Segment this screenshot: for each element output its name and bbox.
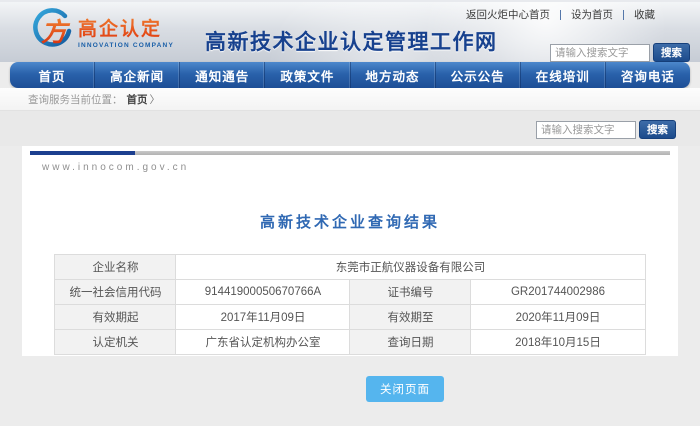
nav-item-home[interactable]: 首页 [10,62,95,88]
content-card: www.innocom.gov.cn 高新技术企业查询结果 企业名称 东莞市正航… [22,146,678,356]
header-search-button[interactable]: 搜索 [653,43,690,62]
table-row: 统一社会信用代码 91441900050670766A 证书编号 GR20174… [55,280,645,305]
link-separator [560,10,561,20]
nav-item-phone[interactable]: 咨询电话 [606,62,690,88]
link-set-home[interactable]: 设为首页 [571,7,613,22]
nav-item-news[interactable]: 高企新闻 [95,62,180,88]
secondary-search: 搜索 [536,120,676,139]
close-page-button[interactable]: 关闭页面 [366,376,444,402]
secondary-search-button[interactable]: 搜索 [639,120,676,139]
link-separator [623,10,624,20]
cell-valid-to-value: 2020年11月09日 [471,305,645,330]
cell-company-value: 东莞市正航仪器设备有限公司 [176,255,645,280]
breadcrumb-home-link[interactable]: 首页 [127,92,148,107]
query-result-title: 高新技术企业查询结果 [22,211,678,232]
cell-valid-from-label: 有效期起 [55,305,176,330]
header-search: 搜索 [550,43,690,62]
cell-valid-from-value: 2017年11月09日 [176,305,350,330]
link-favorite[interactable]: 收藏 [634,7,655,22]
breadcrumb-prefix: 查询服务当前位置： [28,92,123,107]
header-search-input[interactable] [550,44,650,62]
top-utility-links: 返回火炬中心首页 设为首页 收藏 [466,7,655,22]
cell-credit-code-label: 统一社会信用代码 [55,280,176,305]
nav-item-publicity[interactable]: 公示公告 [436,62,521,88]
main-nav: 首页 高企新闻 通知通告 政策文件 地方动态 公示公告 在线培训 咨询电话 [10,62,690,88]
svg-text:方: 方 [41,17,71,47]
site-header: 方 高企认定 INNOVATION COMPANY 高新技术企业认定管理工作网 … [0,0,700,62]
cell-company-label: 企业名称 [55,255,176,280]
cell-authority-label: 认定机关 [55,330,176,355]
card-divider [30,151,670,155]
cell-credit-code-value: 91441900050670766A [176,280,350,305]
nav-item-notices[interactable]: 通知通告 [180,62,265,88]
cell-cert-no-label: 证书编号 [350,280,471,305]
table-row: 认定机关 广东省认定机构办公室 查询日期 2018年10月15日 [55,330,645,355]
nav-item-policies[interactable]: 政策文件 [265,62,350,88]
toolbar-band: 搜索 [0,110,700,146]
query-result-table: 企业名称 东莞市正航仪器设备有限公司 统一社会信用代码 914419000506… [54,254,645,355]
cell-query-date-value: 2018年10月15日 [471,330,645,355]
breadcrumb-arrow: 〉 [150,92,161,107]
site-url-watermark: www.innocom.gov.cn [42,162,678,173]
page-title: 高新技术企业认定管理工作网 [205,26,498,56]
link-torch-home[interactable]: 返回火炬中心首页 [466,7,550,22]
nav-item-local[interactable]: 地方动态 [351,62,436,88]
logo-swoosh-icon: 方 [28,8,74,54]
secondary-search-input[interactable] [536,121,636,139]
logo-name: 高企认定 [78,14,174,41]
table-row: 企业名称 东莞市正航仪器设备有限公司 [55,255,645,280]
breadcrumb: 查询服务当前位置： 首页 〉 [0,88,700,110]
cell-query-date-label: 查询日期 [350,330,471,355]
table-row: 有效期起 2017年11月09日 有效期至 2020年11月09日 [55,305,645,330]
cell-valid-to-label: 有效期至 [350,305,471,330]
cell-cert-no-value: GR201744002986 [471,280,645,305]
footer-actions: 关闭页面 [0,376,700,402]
logo-subtitle: INNOVATION COMPANY [78,42,174,49]
cell-authority-value: 广东省认定机构办公室 [176,330,350,355]
nav-item-training[interactable]: 在线培训 [521,62,606,88]
site-logo: 方 高企认定 INNOVATION COMPANY [28,8,174,54]
